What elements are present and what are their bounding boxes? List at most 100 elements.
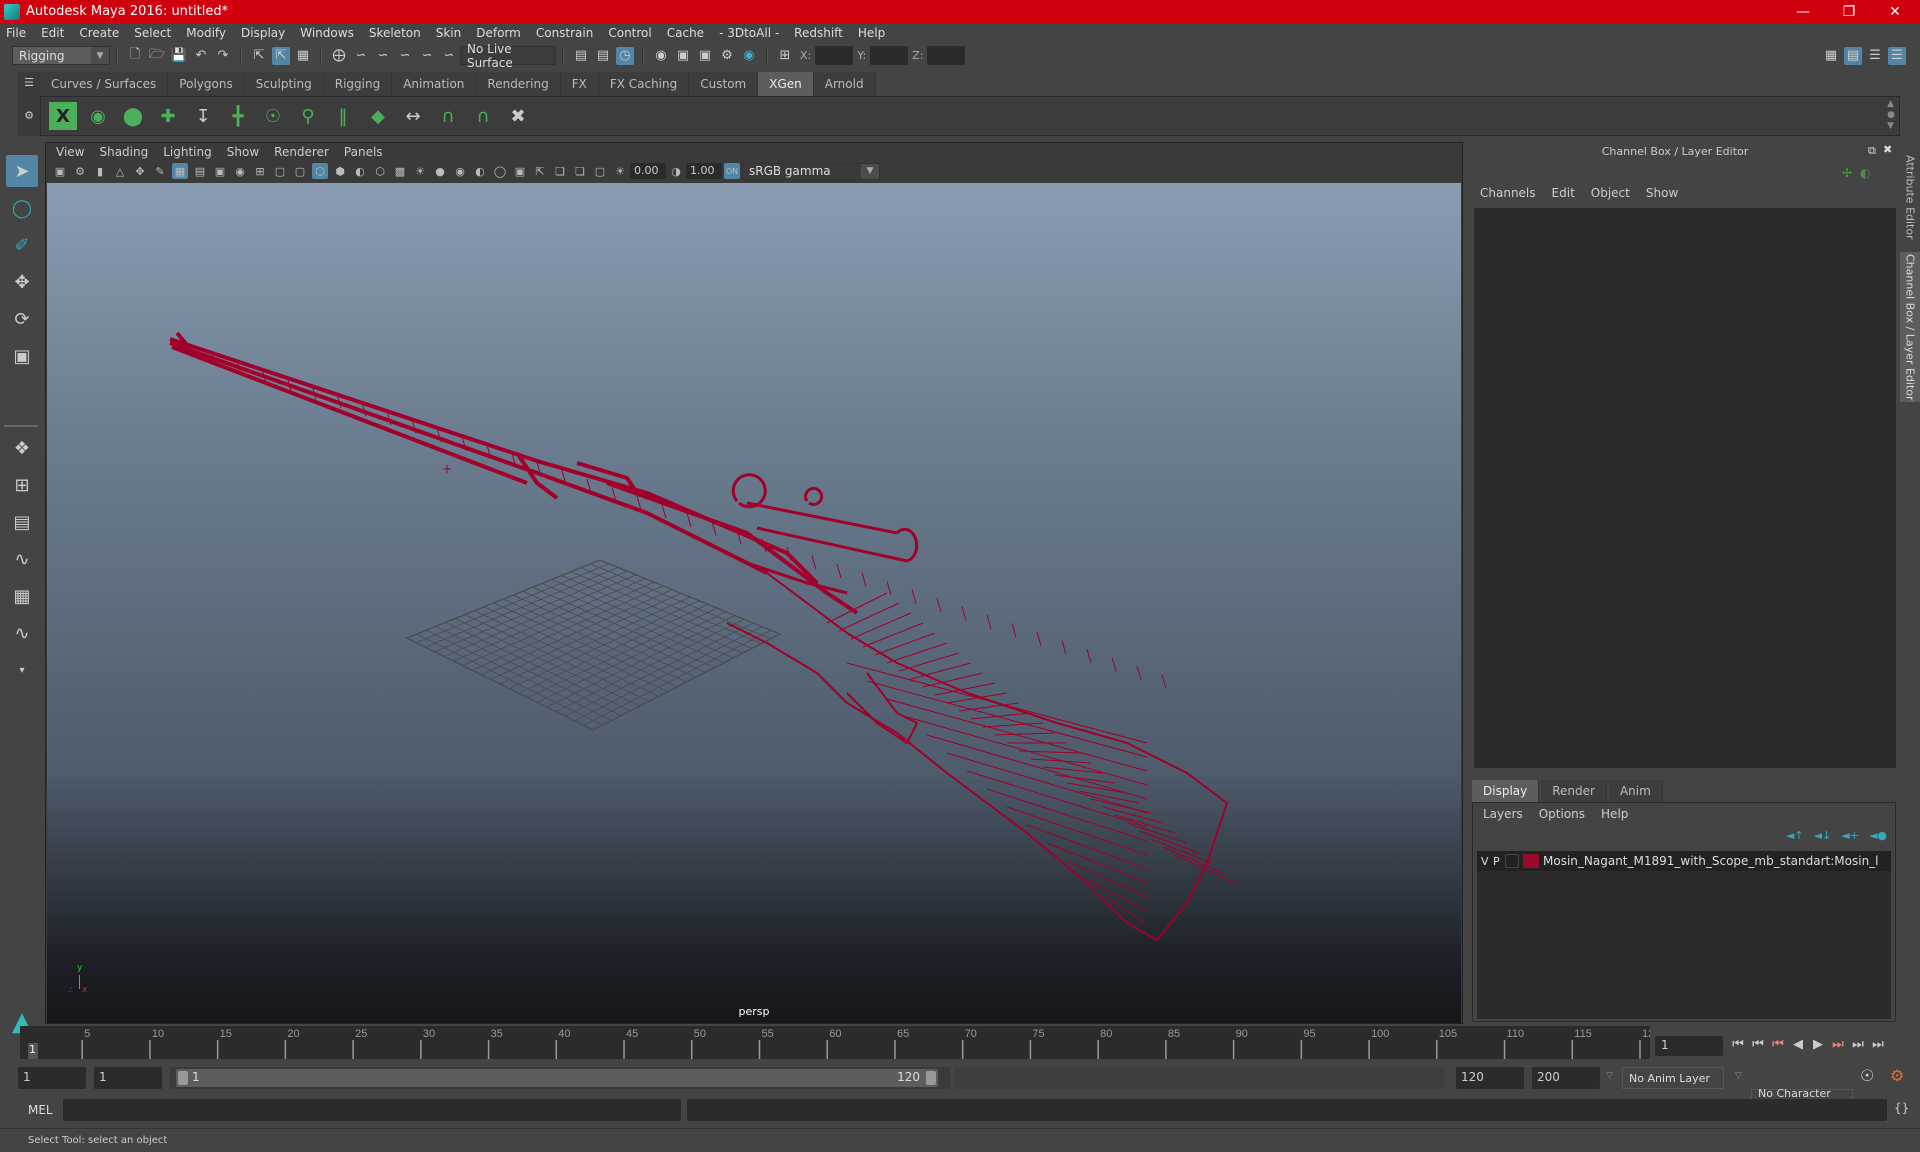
use-all-lights-icon[interactable]: ☀ <box>412 163 428 179</box>
viewport-menu-show[interactable]: Show <box>227 145 259 159</box>
z-field[interactable] <box>927 46 966 65</box>
shelf-tab-fx[interactable]: FX <box>560 72 599 96</box>
shelf-tab-fx-caching[interactable]: FX Caching <box>598 72 690 96</box>
isolate-select-icon[interactable]: ⇱ <box>532 163 548 179</box>
range-end-handle[interactable] <box>926 1071 936 1085</box>
sculpt-icon[interactable]: ↔ <box>399 102 427 130</box>
tool-settings-toggle-icon[interactable]: ☰ <box>1866 47 1884 65</box>
render-sequence-icon[interactable]: ▣ <box>674 47 692 65</box>
step-forward-frame-icon[interactable]: ⏭ <box>1848 1034 1868 1054</box>
move-tool-icon[interactable]: ✥ <box>6 266 38 298</box>
layer-tab-anim[interactable]: Anim <box>1608 780 1663 802</box>
exposure-field[interactable]: 0.00 <box>630 163 666 179</box>
channel-box-toggle-icon[interactable]: ☰ <box>1888 46 1906 65</box>
animation-start-field[interactable]: 1 <box>18 1067 86 1089</box>
paint-select-tool-icon[interactable]: ✐ <box>6 229 38 261</box>
go-to-end-icon[interactable]: ⏭ <box>1868 1034 1888 1054</box>
layer-menu-layers[interactable]: Layers <box>1483 807 1523 821</box>
menu-windows[interactable]: Windows <box>300 26 354 40</box>
menu-control[interactable]: Control <box>608 26 651 40</box>
select-hierarchy-icon[interactable]: ⇱ <box>250 47 268 65</box>
menu-set-dropdown[interactable]: Rigging ▼ <box>12 46 110 65</box>
close-button[interactable]: ✕ <box>1872 0 1918 23</box>
xray-active-icon[interactable]: ❏ <box>572 163 588 179</box>
select-guide-icon[interactable]: ∩ <box>434 102 462 130</box>
xray-joints-icon[interactable]: ▢ <box>592 163 608 179</box>
wireframe-icon[interactable]: ⬡ <box>312 163 328 179</box>
menu-select[interactable]: Select <box>134 26 171 40</box>
close-panel-icon[interactable]: ✖ <box>1883 143 1892 156</box>
menu-create[interactable]: Create <box>79 26 119 40</box>
shelf-tab-arnold[interactable]: Arnold <box>813 72 876 96</box>
minimize-button[interactable]: — <box>1780 0 1826 23</box>
scale-tool-icon[interactable]: ▣ <box>6 340 38 372</box>
visibility-icon[interactable]: ☉ <box>259 102 287 130</box>
menu-3dtoall[interactable]: - 3DtoAll - <box>719 26 779 40</box>
select-object-icon[interactable]: ⇱ <box>272 46 290 65</box>
step-back-frame-icon[interactable]: ⏮ <box>1748 1034 1768 1054</box>
layer-playback-toggle[interactable]: P <box>1493 855 1505 868</box>
place-guide-icon[interactable]: ↧ <box>189 102 217 130</box>
viewport-canvas[interactable]: y x z persp <box>47 183 1461 1023</box>
modeling-toolkit-icon[interactable]: ▦ <box>1822 47 1840 65</box>
gate-mask-icon[interactable]: ◉ <box>232 163 248 179</box>
menu-help[interactable]: Help <box>858 26 885 40</box>
snap-grid-icon[interactable]: ⨁ <box>330 47 348 65</box>
layer-row[interactable]: V P Mosin_Nagant_M1891_with_Scope_mb_sta… <box>1477 851 1891 871</box>
safe-action-icon[interactable]: ▢ <box>272 163 288 179</box>
rotate-tool-icon[interactable]: ⟳ <box>6 303 38 335</box>
layout-more-button[interactable]: ▾ <box>6 654 38 686</box>
command-input[interactable] <box>63 1099 681 1121</box>
current-time-marker[interactable]: 1 <box>28 1043 38 1059</box>
add-guide-icon[interactable]: ✚ <box>154 102 182 130</box>
color-management-toggle-icon[interactable]: ON <box>724 163 740 179</box>
new-layer-from-selected-icon[interactable]: ◄● <box>1869 829 1887 842</box>
step-forward-key-icon[interactable]: ⏭ <box>1828 1034 1848 1054</box>
layer-color-swatch[interactable] <box>1523 854 1539 868</box>
snap-surface-icon[interactable]: ∽ <box>418 47 436 65</box>
shelf-tab-polygons[interactable]: Polygons <box>168 72 245 96</box>
input-connections-icon[interactable]: ▤ <box>572 47 590 65</box>
menu-modify[interactable]: Modify <box>186 26 226 40</box>
playback-start-field[interactable]: 1 <box>94 1067 162 1089</box>
resolution-gate-icon[interactable]: ▣ <box>212 163 228 179</box>
channel-menu-show[interactable]: Show <box>1646 186 1678 200</box>
safe-title-icon[interactable]: ▢ <box>292 163 308 179</box>
step-back-key-icon[interactable]: ⏮ <box>1768 1034 1788 1054</box>
layer-tab-render[interactable]: Render <box>1541 780 1607 802</box>
add-primitive-icon[interactable]: ╋ <box>224 102 252 130</box>
layer-tab-display[interactable]: Display <box>1472 780 1540 802</box>
split-icon[interactable]: ‖ <box>329 102 357 130</box>
xray-icon[interactable]: ❏ <box>552 163 568 179</box>
select-tool-icon[interactable]: ➤ <box>6 155 38 187</box>
motion-blur-icon[interactable]: ◐ <box>472 163 488 179</box>
menu-skeleton[interactable]: Skeleton <box>369 26 421 40</box>
playback-end-field[interactable]: 120 <box>1456 1067 1524 1089</box>
single-pane-layout-icon[interactable]: ❖ <box>6 432 38 464</box>
new-layer-icon[interactable]: ◄+ <box>1841 829 1859 842</box>
viewport-menu-renderer[interactable]: Renderer <box>274 145 329 159</box>
textured-icon[interactable]: ▩ <box>392 163 408 179</box>
layer-menu-options[interactable]: Options <box>1539 807 1585 821</box>
x-field[interactable] <box>815 46 854 65</box>
2d-pan-zoom-icon[interactable]: ✥ <box>132 163 148 179</box>
y-field[interactable] <box>870 46 909 65</box>
float-panel-icon[interactable]: ⧉ <box>1868 144 1876 158</box>
four-pane-layout-icon[interactable]: ⊞ <box>6 469 38 501</box>
speed-toggle-icon[interactable]: ◐ <box>1860 166 1870 180</box>
animation-end-field[interactable]: 200 <box>1532 1067 1600 1089</box>
persp-outliner-graph-layout-icon[interactable]: ∿ <box>6 617 38 649</box>
shelf-tab-curves-surfaces[interactable]: Curves / Surfaces <box>40 72 169 96</box>
range-slider[interactable]: 1 120 <box>170 1067 950 1089</box>
menu-edit[interactable]: Edit <box>41 26 64 40</box>
shelf-tab-rendering[interactable]: Rendering <box>476 72 561 96</box>
live-surface-field[interactable]: No Live Surface <box>460 42 556 70</box>
shelf-settings-icon[interactable]: ⚙ <box>18 109 40 122</box>
delete-guide-icon[interactable]: ✖ <box>504 102 532 130</box>
grid-toggle-icon[interactable]: ▦ <box>172 163 188 179</box>
new-scene-icon[interactable]: 🗋 <box>126 47 144 65</box>
shelf-tab-sculpting[interactable]: Sculpting <box>244 72 324 96</box>
bounding-icon[interactable]: ∩ <box>469 102 497 130</box>
move-layer-up-icon[interactable]: ◄↑ <box>1786 829 1804 842</box>
menu-file[interactable]: File <box>6 26 26 40</box>
